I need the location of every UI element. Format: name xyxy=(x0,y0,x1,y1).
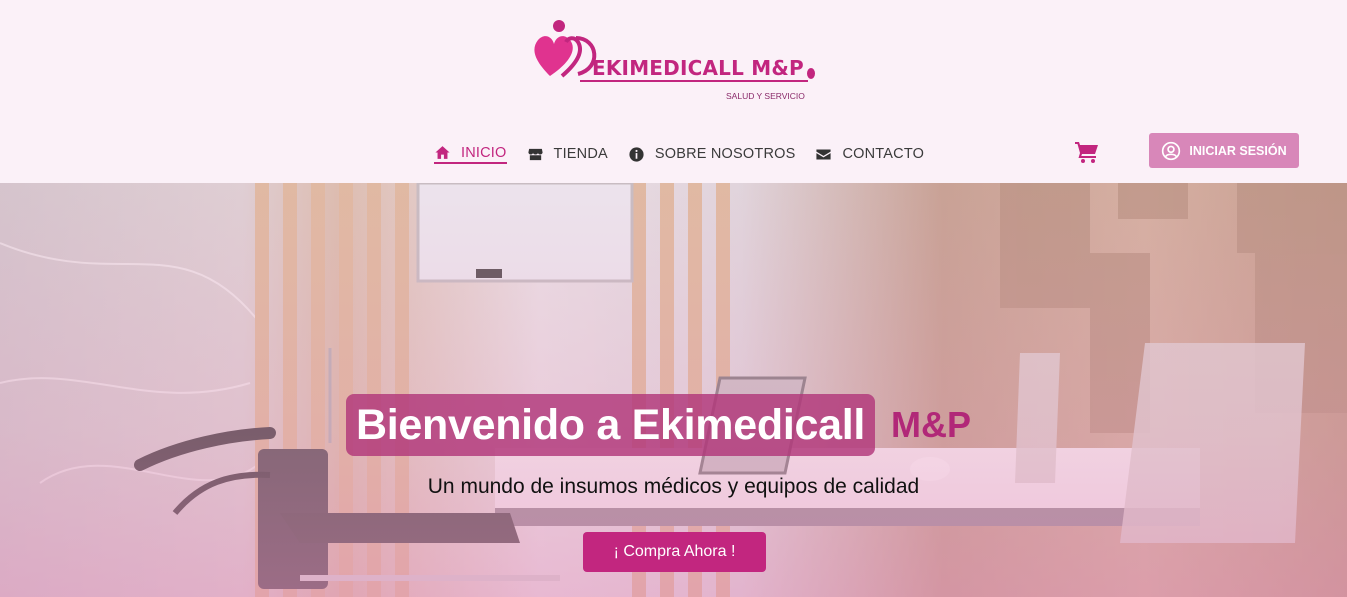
site-header: EKIMEDICALL M&P SALUD Y SERVICIO INICIO … xyxy=(0,0,1347,183)
logo-underline xyxy=(580,80,808,82)
hero-subtitle: Un mundo de insumos médicos y equipos de… xyxy=(427,475,920,498)
shopping-cart-icon xyxy=(1075,142,1098,163)
logo-dot xyxy=(807,68,815,79)
nav-item-contacto[interactable]: CONTACTO xyxy=(815,146,924,163)
shop-now-button[interactable]: ¡ Compra Ahora ! xyxy=(583,532,766,572)
brand-tagline: SALUD Y SERVICIO xyxy=(726,91,805,101)
user-circle-icon xyxy=(1162,141,1181,160)
nav-item-tienda[interactable]: TIENDA xyxy=(527,146,608,163)
nav-item-label: INICIO xyxy=(461,144,507,161)
brand-name: EKIMEDICALL M&P xyxy=(592,56,804,80)
nav-item-label: CONTACTO xyxy=(842,146,925,162)
store-icon xyxy=(527,148,543,160)
nav-item-inicio[interactable]: INICIO xyxy=(434,144,507,164)
brand-logo[interactable]: EKIMEDICALL M&P SALUD Y SERVICIO xyxy=(532,18,822,108)
hero-banner: Bienvenido a Ekimedicall M&P Un mundo de… xyxy=(0,183,1347,597)
hero-title: Bienvenido a Ekimedicall M&P xyxy=(346,394,971,456)
hero-title-text: Bienvenido a Ekimedicall xyxy=(346,394,875,456)
nav-item-label: SOBRE NOSOTROS xyxy=(654,146,796,162)
nav-item-sobre-nosotros[interactable]: SOBRE NOSOTROS xyxy=(628,146,796,163)
login-label: INICIAR SESIÓN xyxy=(1189,143,1287,158)
nav-item-label: TIENDA xyxy=(553,146,608,162)
home-icon xyxy=(435,146,450,159)
main-nav: INICIO TIENDA SOBRE NOSOTROS CONTACTO xyxy=(434,142,944,166)
info-icon xyxy=(629,146,644,162)
envelope-icon xyxy=(816,149,832,159)
hero-title-brand: M&P xyxy=(891,404,971,445)
login-button[interactable]: INICIAR SESIÓN xyxy=(1149,133,1299,168)
cart-button[interactable] xyxy=(1075,141,1099,165)
